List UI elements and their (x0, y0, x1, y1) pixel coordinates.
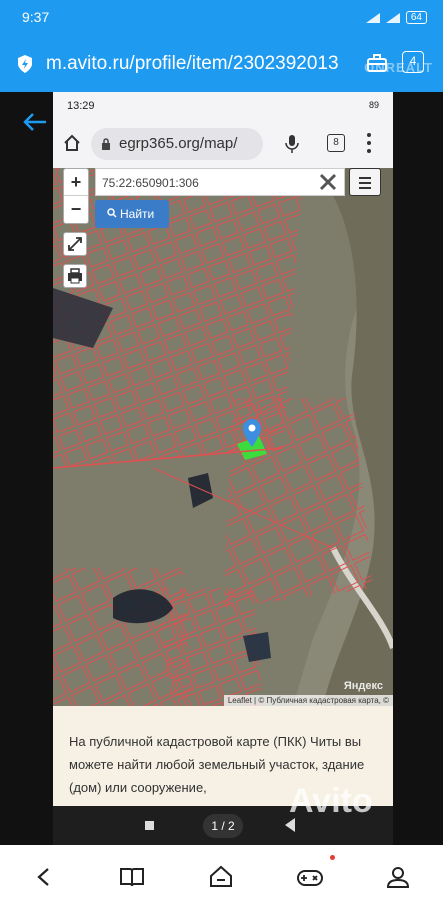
satellite-map-image (53, 168, 393, 706)
map-menu-button[interactable] (349, 168, 381, 196)
image-viewer: 13:29 89 egrp365.org/map/ 8 + − 75:22:65… (0, 92, 443, 845)
zoom-control: + − (63, 168, 89, 224)
briefcase-icon[interactable] (366, 53, 388, 73)
search-icon (107, 208, 117, 218)
expand-icon (68, 237, 82, 251)
tab-switcher-button[interactable]: 4 (402, 51, 424, 73)
back-arrow-icon[interactable] (22, 112, 48, 132)
print-button[interactable] (63, 264, 87, 288)
signal-icon-2 (385, 12, 400, 23)
status-icons: 64 (365, 11, 427, 24)
more-vert-icon (367, 133, 371, 153)
inner-battery: 89 (368, 100, 379, 110)
map-attribution[interactable]: Leaflet | © Публичная кадастровая карта,… (223, 695, 393, 706)
inner-address-bar: egrp365.org/map/ (91, 128, 263, 160)
battery-indicator: 64 (405, 11, 427, 24)
listing-photo: 13:29 89 egrp365.org/map/ 8 + − 75:22:65… (53, 92, 393, 845)
yandex-logo: Яндекс (343, 680, 383, 692)
printer-icon (68, 268, 82, 284)
inner-tab-counter: 8 (327, 134, 345, 152)
signal-icon (365, 12, 380, 23)
inner-url-text: egrp365.org/map/ (119, 135, 238, 152)
book-icon[interactable] (118, 863, 146, 891)
menu-line-1 (359, 177, 371, 179)
lock-icon (102, 138, 110, 150)
inner-status-time: 13:29 (67, 100, 95, 112)
cadastral-search-input[interactable]: 75:22:650901:306 (95, 168, 345, 196)
zoom-in-button[interactable]: + (64, 169, 88, 196)
cadastral-map: + − 75:22:650901:306 Найти Яндекс Leafle… (53, 168, 393, 706)
location-pin-icon (243, 419, 261, 447)
bottom-navigation (0, 845, 443, 910)
shield-icon[interactable] (16, 54, 34, 74)
inner-browser-bar: egrp365.org/map/ 8 (53, 120, 393, 168)
avito-watermark: Avito (289, 782, 373, 820)
find-button-label: Найти (120, 207, 155, 221)
image-counter: 1 / 2 (203, 814, 243, 838)
outer-status-bar: 9:37 64 (0, 0, 443, 38)
inner-status-bar: 13:29 89 (53, 92, 393, 120)
find-button[interactable]: Найти (95, 200, 169, 228)
recents-icon (145, 821, 154, 830)
profile-icon[interactable] (384, 863, 412, 891)
home-icon (64, 134, 80, 151)
address-bar[interactable]: m.avito.ru/profile/item/2302392013 (46, 53, 339, 75)
status-time: 9:37 (22, 9, 50, 25)
clear-icon[interactable] (315, 169, 341, 195)
fullscreen-button[interactable] (63, 232, 87, 256)
back-icon[interactable] (30, 863, 58, 891)
outer-browser-bar: m.avito.ru/profile/item/2302392013 ONREA… (0, 38, 443, 92)
zoom-out-button[interactable]: − (64, 196, 88, 223)
notification-dot (330, 855, 335, 860)
home-icon-bottom[interactable] (207, 863, 235, 891)
menu-line-3 (359, 187, 371, 189)
menu-line-2 (359, 182, 371, 184)
microphone-icon (285, 135, 299, 153)
gamepad-icon[interactable] (296, 863, 324, 891)
